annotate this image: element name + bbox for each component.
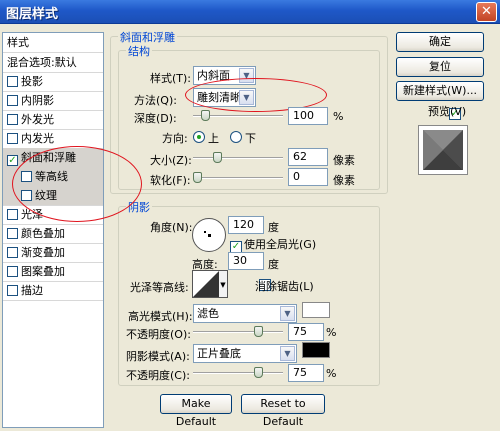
depth-slider-thumb[interactable]	[201, 110, 211, 121]
ok-button[interactable]: 确定	[396, 32, 484, 52]
styles-list-header[interactable]: 样式	[3, 33, 103, 53]
shadow-color-swatch[interactable]	[302, 342, 330, 358]
preview-label: 预览(V)	[428, 105, 467, 118]
highlight-mode-value: 滤色	[197, 307, 219, 320]
angle-input[interactable]: 120	[228, 216, 264, 234]
styles-list-item-label: 内阴影	[21, 94, 54, 107]
gloss-contour-picker[interactable]	[192, 270, 220, 298]
shadow-opacity-thumb[interactable]	[253, 367, 263, 378]
chevron-down-icon[interactable]: ▼	[219, 270, 228, 298]
technique-label: 方法(Q):	[134, 94, 177, 107]
styles-list-item[interactable]: 渐变叠加	[3, 243, 103, 263]
highlight-opacity-unit: %	[326, 326, 337, 339]
global-light-label: 使用全局光(G)	[244, 238, 317, 251]
styles-list-item[interactable]: 外发光	[3, 110, 103, 130]
styles-list-item-label: 渐变叠加	[21, 246, 65, 259]
size-label: 大小(Z):	[150, 154, 192, 167]
soften-input[interactable]: 0	[288, 168, 328, 186]
highlight-opacity-input[interactable]: 75	[288, 323, 324, 341]
highlight-mode-select[interactable]: 滤色 ▼	[193, 304, 297, 323]
direction-label: 方向:	[162, 132, 188, 145]
style-checkbox[interactable]: ✓	[7, 155, 18, 166]
styles-list: 样式 混合选项:默认 投影 内阴影 外发光 内发光 ✓ 斜面和浮雕 等高线 纹理 光泽 颜色叠加 渐变…	[2, 32, 104, 428]
shadow-opacity-label: 不透明度(C):	[126, 369, 190, 382]
size-unit: 像素	[333, 154, 355, 167]
style-checkbox[interactable]	[7, 228, 18, 239]
direction-up-radio[interactable]	[193, 131, 205, 143]
red-annotation-ellipse-left	[12, 146, 142, 222]
altitude-input[interactable]: 30	[228, 252, 264, 270]
shadow-mode-label: 阴影模式(A):	[126, 350, 190, 363]
size-slider-thumb[interactable]	[213, 152, 223, 163]
shadow-opacity-unit: %	[326, 367, 337, 380]
angle-unit: 度	[268, 221, 279, 234]
altitude-unit: 度	[268, 258, 279, 271]
direction-down-label: 下	[245, 132, 256, 145]
styles-list-item-label: 描边	[21, 284, 43, 297]
close-button[interactable]: ✕	[476, 2, 497, 22]
angle-label: 角度(N):	[150, 221, 193, 234]
highlight-opacity-track[interactable]	[193, 331, 283, 333]
styles-list-item[interactable]: 内阴影	[3, 91, 103, 111]
structure-title: 结构	[126, 43, 152, 59]
reset-to-default-button[interactable]: Reset to Default	[241, 394, 325, 428]
size-input[interactable]: 62	[288, 148, 328, 166]
angle-dial[interactable]	[192, 218, 226, 252]
highlight-mode-label: 高光模式(H):	[128, 310, 193, 323]
window-title: 图层样式	[6, 7, 59, 22]
shadow-mode-select[interactable]: 正片叠底 ▼	[193, 344, 297, 363]
style-checkbox[interactable]	[7, 133, 18, 144]
depth-input[interactable]: 100	[288, 107, 328, 125]
depth-unit: %	[333, 110, 344, 123]
styles-list-item-label: 投影	[21, 75, 43, 88]
styles-list-item-label: 内发光	[21, 132, 54, 145]
shadow-opacity-input[interactable]: 75	[288, 364, 324, 382]
style-checkbox[interactable]	[7, 209, 18, 220]
make-default-button[interactable]: Make Default	[160, 394, 232, 428]
style-checkbox[interactable]	[7, 266, 18, 277]
soften-label: 软化(F):	[150, 174, 191, 187]
soften-unit: 像素	[333, 174, 355, 187]
gloss-contour-label: 光泽等高线:	[130, 281, 189, 294]
direction-down-radio[interactable]	[230, 131, 242, 143]
style-checkbox[interactable]	[7, 95, 18, 106]
size-slider-track[interactable]	[193, 157, 283, 159]
styles-list-item[interactable]: 颜色叠加	[3, 224, 103, 244]
shadow-mode-value: 正片叠底	[197, 347, 241, 360]
shadow-opacity-track[interactable]	[193, 372, 283, 374]
soften-slider-thumb[interactable]	[193, 172, 202, 183]
preview-thumbnail	[418, 125, 468, 175]
highlight-opacity-label: 不透明度(O):	[126, 328, 191, 341]
new-style-button[interactable]: 新建样式(W)...	[396, 81, 484, 101]
chevron-down-icon: ▼	[280, 346, 295, 361]
styles-list-item-label: 颜色叠加	[21, 227, 65, 240]
style-checkbox[interactable]	[7, 247, 18, 258]
chevron-down-icon: ▼	[280, 306, 295, 321]
styles-list-item-label: 混合选项:默认	[7, 56, 77, 69]
style-label: 样式(T):	[150, 72, 192, 85]
reset-button[interactable]: 复位	[396, 57, 484, 77]
soften-slider-track[interactable]	[193, 177, 283, 179]
style-checkbox[interactable]	[7, 285, 18, 296]
check-icon: ✓	[231, 241, 241, 252]
styles-list-item[interactable]: 混合选项:默认	[3, 53, 103, 73]
styles-list-item[interactable]: 投影	[3, 72, 103, 92]
bevel-preview-icon	[423, 130, 463, 170]
styles-list-item[interactable]: 描边	[3, 281, 103, 301]
highlight-color-swatch[interactable]	[302, 302, 330, 318]
depth-label: 深度(D):	[134, 112, 177, 125]
title-bar	[0, 0, 500, 24]
direction-up-label: 上	[208, 132, 219, 145]
highlight-opacity-thumb[interactable]	[253, 326, 263, 337]
styles-list-item-label: 外发光	[21, 113, 54, 126]
styles-list-item-label: 图案叠加	[21, 265, 65, 278]
styles-list-item[interactable]: 图案叠加	[3, 262, 103, 282]
contour-curve-icon	[193, 271, 219, 297]
style-checkbox[interactable]	[7, 76, 18, 87]
antialias-label: 消除锯齿(L)	[255, 280, 314, 293]
check-icon: ✓	[8, 155, 17, 166]
style-checkbox[interactable]	[7, 114, 18, 125]
